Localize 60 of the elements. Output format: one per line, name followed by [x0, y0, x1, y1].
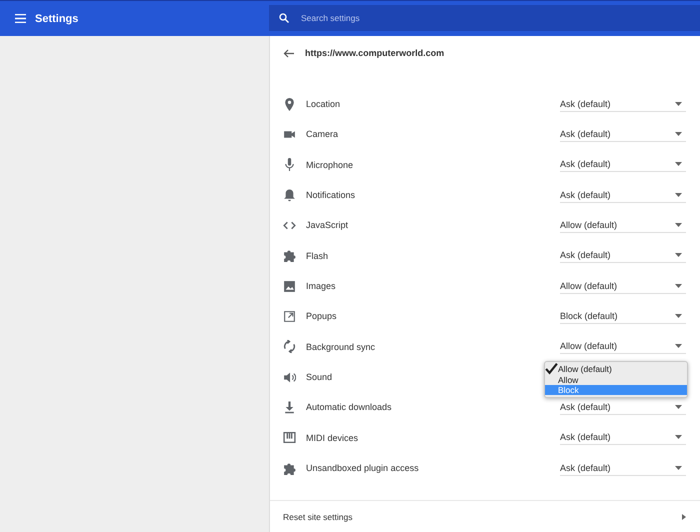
location-icon — [283, 98, 296, 111]
bell-icon — [283, 188, 296, 202]
speaker-icon — [283, 370, 296, 384]
permission-dropdown[interactable]: Ask (default) — [560, 430, 686, 446]
permission-dropdown[interactable]: Block (default) — [560, 308, 686, 324]
checkmark-icon — [545, 362, 558, 375]
permission-label: Camera — [306, 129, 338, 140]
chevron-right-icon — [682, 514, 686, 520]
permission-dropdown[interactable]: Ask (default) — [560, 248, 686, 264]
caret-icon — [675, 132, 682, 136]
app-title: Settings — [35, 12, 78, 24]
caret-icon — [675, 344, 682, 348]
caret-icon — [675, 222, 682, 227]
permission-dropdown[interactable]: Ask (default) — [560, 188, 686, 203]
caret-icon — [675, 162, 682, 166]
permission-label: Notifications — [306, 190, 356, 200]
permission-label: Location — [306, 99, 340, 110]
sync-icon — [283, 340, 296, 354]
permission-label: Automatic downloads — [306, 402, 392, 412]
midi-icon — [283, 431, 296, 444]
caret-icon — [675, 435, 682, 440]
permission-dropdown[interactable]: Ask (default) — [560, 400, 686, 415]
permission-label: Background sync — [306, 342, 376, 352]
caret-icon — [675, 284, 682, 288]
caret-icon — [675, 466, 682, 470]
back-arrow-icon[interactable] — [283, 48, 294, 58]
permission-label: Popups — [306, 311, 337, 322]
popup-icon — [283, 310, 296, 323]
reset-site-settings-button[interactable]: Reset site settings — [270, 500, 700, 532]
permission-dropdown[interactable]: Allow (default) — [560, 339, 686, 354]
permission-dropdown[interactable]: Ask (default) — [560, 460, 686, 476]
permission-dropdown[interactable]: Ask (default) — [560, 96, 686, 112]
site-url: https://www.computerworld.com — [305, 48, 444, 58]
search-icon — [279, 13, 289, 23]
caret-icon — [675, 404, 682, 409]
permission-label: JavaScript — [306, 220, 348, 230]
caret-icon — [675, 253, 682, 258]
permission-label: Images — [306, 281, 336, 292]
microphone-icon — [283, 158, 296, 172]
menu-option[interactable]: Allow — [545, 374, 687, 385]
permission-label: Sound — [306, 372, 332, 382]
permission-dropdown[interactable]: Allow (default) — [560, 218, 686, 233]
caret-icon — [675, 314, 682, 318]
puzzle-icon — [283, 462, 296, 475]
permission-dropdown[interactable]: Ask (default) — [560, 157, 686, 172]
search-bar[interactable]: Search settings — [269, 5, 700, 31]
permission-label: Microphone — [306, 160, 354, 170]
menu-option[interactable]: Allow (default) — [545, 364, 687, 374]
permission-label: Flash — [306, 250, 328, 261]
caret-icon — [675, 102, 682, 106]
download-icon — [283, 400, 296, 414]
menu-icon[interactable] — [15, 14, 26, 23]
permission-label: MIDI devices — [306, 432, 358, 443]
search-field[interactable]: Search settings — [299, 12, 700, 24]
caret-icon — [675, 192, 682, 197]
permission-label: Unsandboxed plugin access — [306, 463, 419, 474]
permission-dropdown[interactable]: Allow (default) — [560, 278, 686, 294]
image-icon — [283, 280, 296, 293]
permission-dropdown[interactable]: Ask (default) — [560, 126, 686, 142]
puzzle-icon — [283, 249, 296, 262]
